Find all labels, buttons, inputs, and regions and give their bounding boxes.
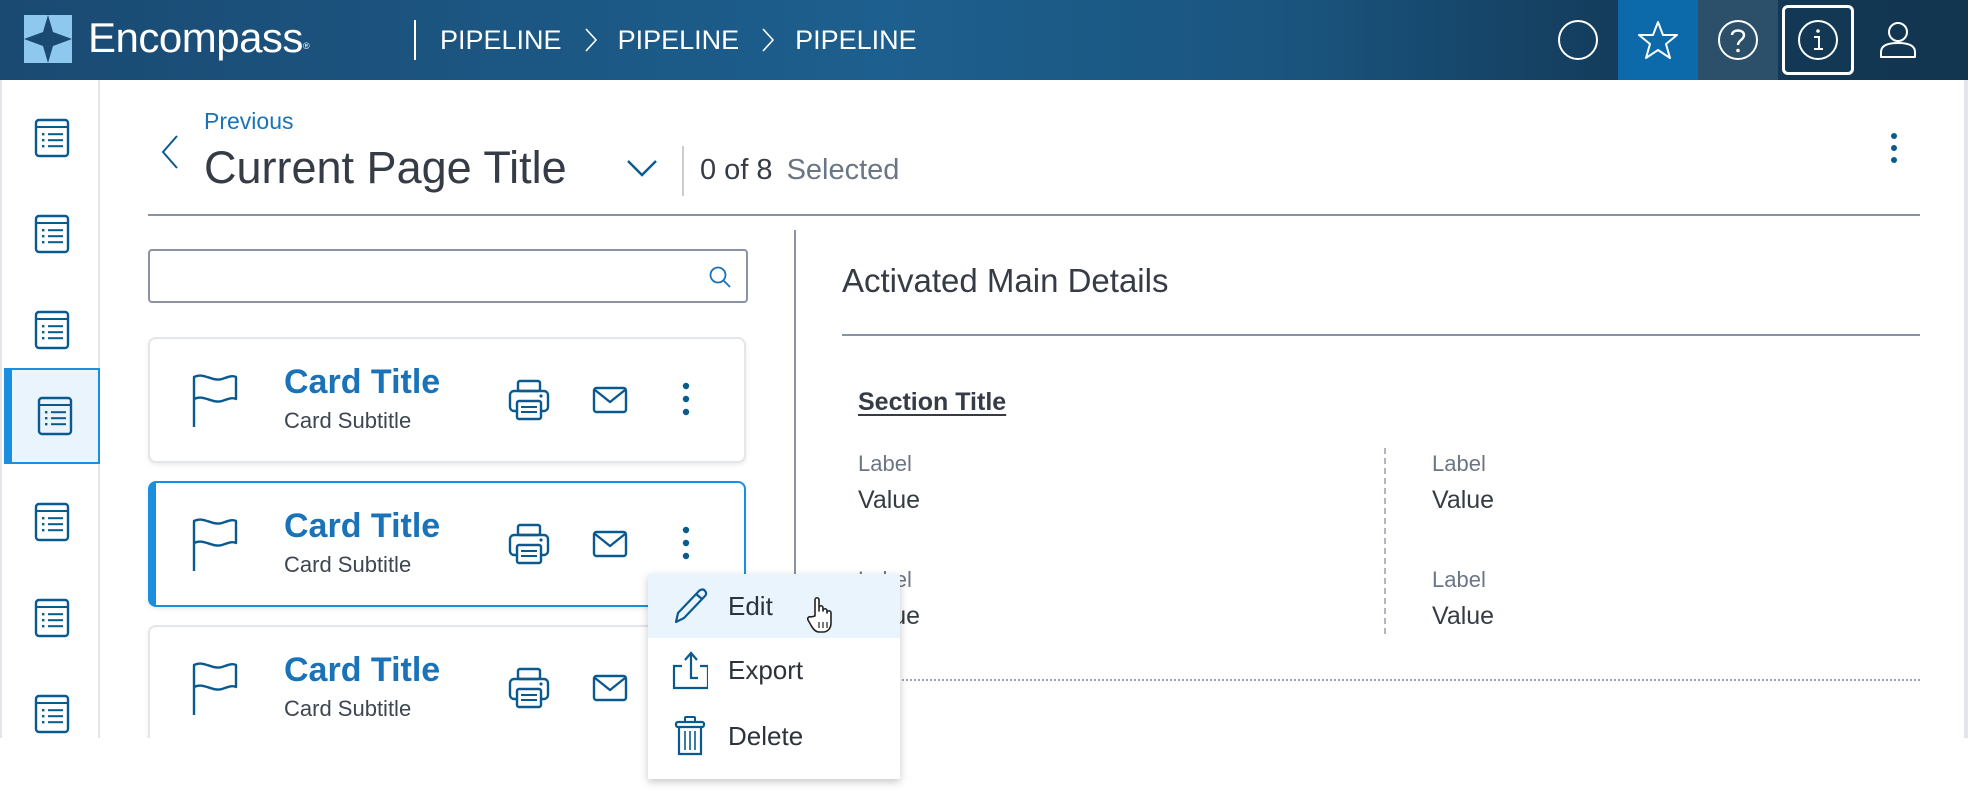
user-icon: [1880, 22, 1916, 58]
header-divider: [414, 20, 416, 60]
chevron-right-icon: [584, 28, 597, 52]
circle-button[interactable]: [1538, 0, 1618, 80]
section-end-rule: [898, 679, 1920, 681]
registered-mark: ®: [302, 41, 310, 51]
menu-item-label: Edit: [728, 591, 773, 621]
help-icon: [1718, 20, 1758, 60]
info-button[interactable]: [1782, 5, 1854, 75]
user-profile-button[interactable]: [1858, 0, 1938, 80]
more-options-icon[interactable]: [678, 523, 694, 563]
list-icon: [34, 310, 70, 350]
card-1[interactable]: Card Title Card Subtitle: [148, 337, 746, 463]
field-label: Label: [1432, 451, 1486, 476]
nav-item-6[interactable]: [4, 570, 100, 666]
nav-item-5[interactable]: [4, 474, 100, 570]
breadcrumb-item-3[interactable]: PIPELINE: [795, 22, 917, 58]
list-icon: [34, 502, 70, 542]
breadcrumb: PIPELINE PIPELINE PIPELINE: [440, 22, 917, 58]
vertical-scrollbar[interactable]: [1964, 80, 1968, 738]
field-label: Label: [1432, 567, 1486, 592]
count-value: 0 of 8: [700, 154, 773, 186]
more-options-icon[interactable]: [678, 379, 694, 419]
selection-count: 0 of 8 Selected: [700, 152, 899, 188]
title-divider: [682, 146, 684, 196]
card-subtitle: Card Subtitle: [284, 552, 412, 577]
help-button[interactable]: [1698, 0, 1778, 80]
encompass-logo-icon: [24, 15, 72, 63]
nav-item-3[interactable]: [4, 282, 100, 378]
header-divider-rule: [148, 214, 1920, 216]
flag-icon: [192, 662, 238, 715]
mail-icon[interactable]: [592, 529, 628, 559]
nav-item-4-active[interactable]: [4, 368, 100, 464]
detail-field-4: Label Value: [1432, 566, 1494, 632]
menu-item-label: Export: [728, 655, 804, 685]
list-icon: [37, 396, 73, 436]
info-icon: [1798, 20, 1838, 60]
field-value: Value: [1432, 486, 1495, 514]
flag-icon: [192, 374, 238, 427]
card-context-menu: Edit Export Delete: [648, 574, 900, 779]
details-rule: [842, 334, 1920, 336]
chevron-down-icon[interactable]: [626, 158, 658, 178]
card-title[interactable]: Card Title: [284, 505, 440, 547]
back-chevron-icon[interactable]: [160, 134, 180, 170]
trash-icon: [674, 716, 706, 756]
search-input[interactable]: [150, 251, 690, 301]
nav-item-1[interactable]: [4, 90, 100, 186]
list-icon: [34, 694, 70, 734]
nav-item-2[interactable]: [4, 186, 100, 282]
mail-icon[interactable]: [592, 385, 628, 415]
more-options-icon[interactable]: [1884, 128, 1904, 168]
nav-item-7[interactable]: [4, 666, 100, 762]
list-icon: [34, 214, 70, 254]
card-title[interactable]: Card Title: [284, 361, 440, 403]
field-label: Label: [858, 451, 912, 476]
brand-name: Encompass®: [88, 14, 310, 62]
previous-link[interactable]: Previous: [204, 106, 293, 136]
pencil-icon: [674, 588, 708, 624]
field-value: Value: [1432, 602, 1495, 630]
list-icon: [34, 118, 70, 158]
section-title[interactable]: Section Title: [858, 386, 1006, 418]
menu-item-label: Delete: [728, 721, 804, 751]
search-icon[interactable]: [708, 265, 732, 289]
card-title[interactable]: Card Title: [284, 649, 440, 691]
circle-icon: [1558, 20, 1598, 60]
menu-item-edit[interactable]: Edit: [648, 574, 900, 638]
flag-icon: [192, 518, 238, 571]
breadcrumb-item-1[interactable]: PIPELINE: [440, 22, 562, 58]
brand-text: Encompass: [88, 14, 303, 61]
favorites-button[interactable]: [1618, 0, 1698, 80]
page-title: Current Page Title: [204, 142, 567, 193]
printer-icon[interactable]: [508, 667, 550, 709]
mail-icon[interactable]: [592, 673, 628, 703]
search-box: [148, 249, 748, 303]
hand-pointer-cursor-icon: [806, 596, 832, 633]
detail-field-1: Label Value: [858, 450, 920, 516]
card-subtitle: Card Subtitle: [284, 408, 412, 433]
chevron-right-icon: [762, 28, 775, 52]
left-nav: [0, 80, 100, 738]
printer-icon[interactable]: [508, 379, 550, 421]
printer-icon[interactable]: [508, 523, 550, 565]
top-header: Encompass® PIPELINE PIPELINE PIPELINE: [0, 0, 1968, 80]
details-title: Activated Main Details: [842, 262, 1169, 299]
detail-field-2: Label Value: [1432, 450, 1494, 516]
column-divider: [1384, 448, 1386, 634]
breadcrumb-item-2[interactable]: PIPELINE: [618, 22, 740, 58]
export-icon: [672, 651, 708, 690]
card-subtitle: Card Subtitle: [284, 696, 412, 721]
menu-item-export[interactable]: Export: [648, 638, 900, 702]
menu-item-delete[interactable]: Delete: [648, 704, 900, 768]
selected-label: Selected: [786, 154, 900, 186]
list-icon: [34, 598, 70, 638]
field-value: Value: [858, 486, 921, 514]
star-icon: [1638, 21, 1678, 59]
